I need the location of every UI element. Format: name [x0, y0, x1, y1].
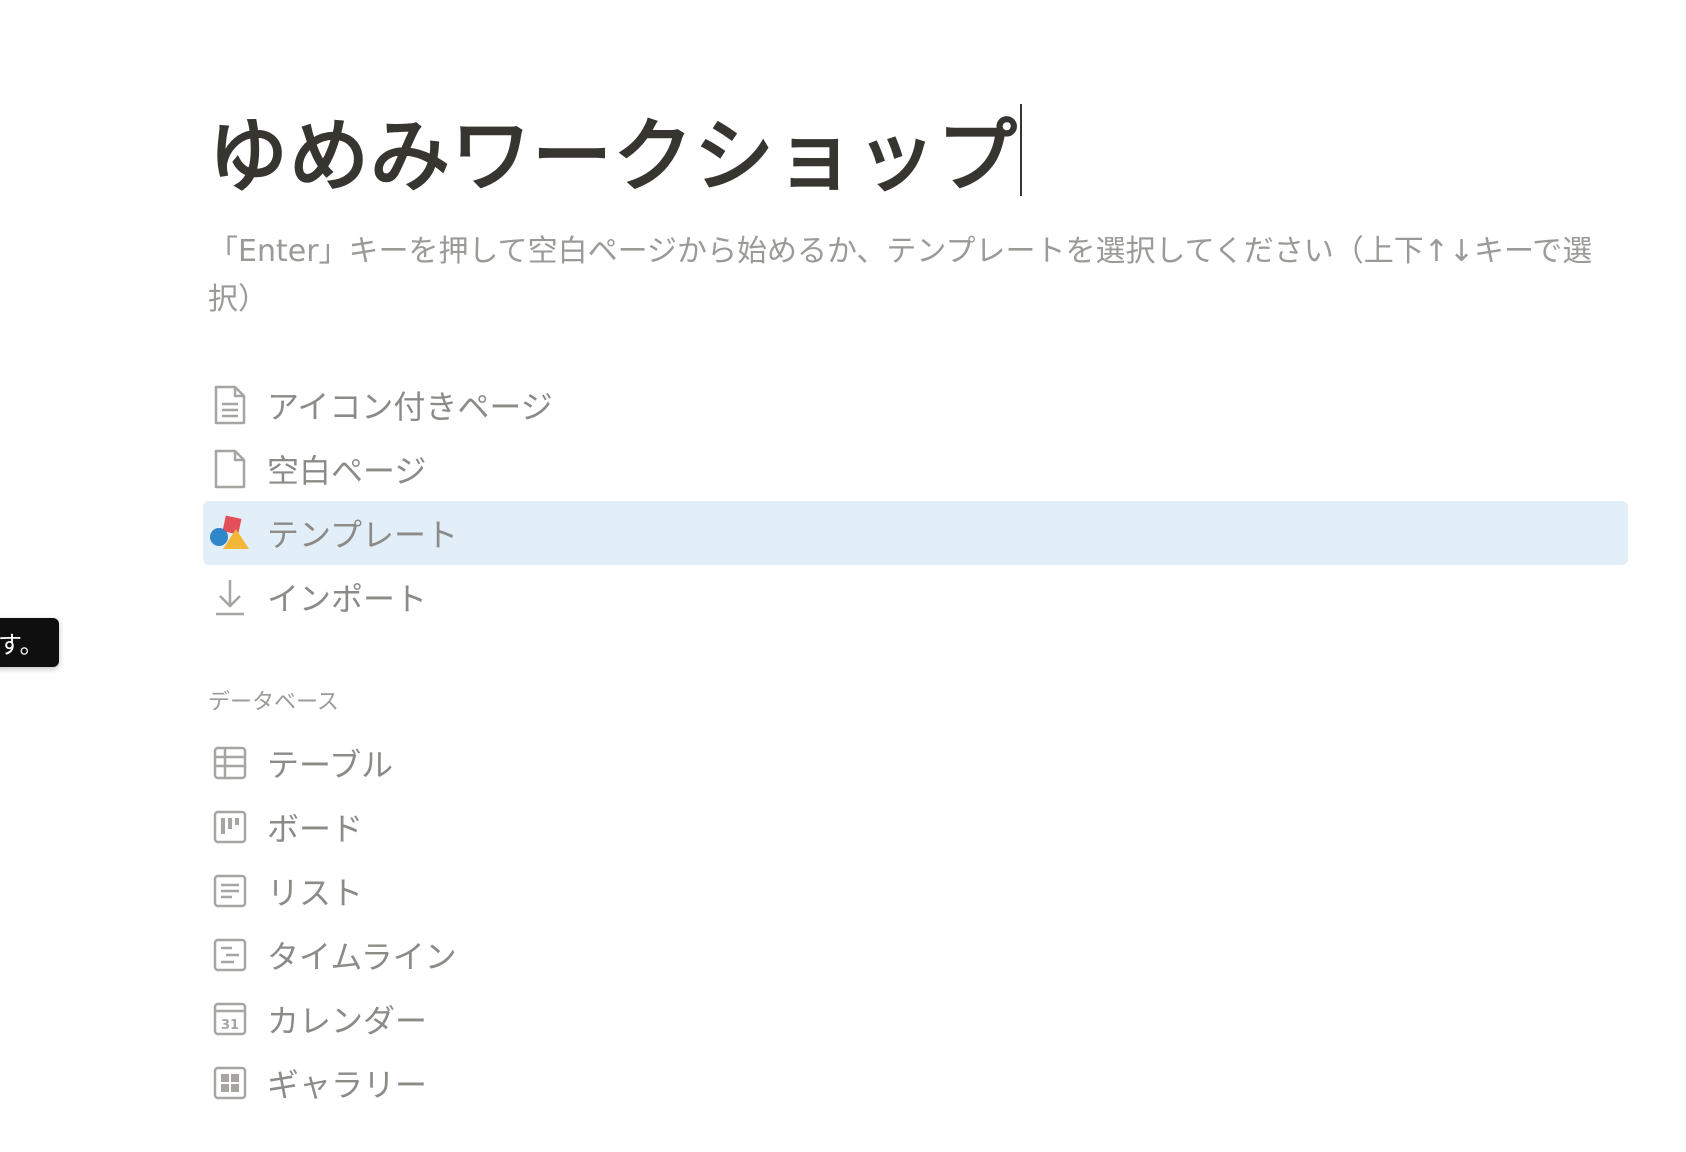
- menu-item-templates[interactable]: テンプレート: [203, 501, 1628, 565]
- menu-item-label: アイコン付きページ: [267, 388, 553, 426]
- gallery-icon: [208, 1061, 252, 1105]
- tooltip: す。: [0, 618, 59, 667]
- menu-item-board[interactable]: ボード: [203, 795, 1628, 859]
- database-menu: テーブル ボード リスト タイムライン 31 カレンダー ギャラリー: [203, 731, 1628, 1115]
- text-caret: [1020, 104, 1022, 196]
- calendar-icon-number: 31: [221, 1018, 239, 1033]
- empty-page-hint: 「Enter」キーを押して空白ページから始めるか、テンプレートを選択してください…: [208, 234, 1593, 317]
- blank-page-icon: [208, 447, 252, 491]
- title-row[interactable]: ゆめみワークショップ: [208, 100, 1022, 203]
- list-icon: [208, 869, 252, 913]
- timeline-icon: [208, 933, 252, 977]
- database-section-header: データベース: [208, 690, 339, 715]
- menu-item-label: テーブル: [267, 746, 394, 784]
- menu-item-label: ギャラリー: [267, 1066, 428, 1104]
- page-with-icon-icon: [208, 383, 252, 427]
- menu-item-label: テンプレート: [267, 516, 459, 554]
- menu-item-blank-page[interactable]: 空白ページ: [203, 437, 1628, 501]
- menu-item-calendar[interactable]: 31 カレンダー: [203, 987, 1628, 1051]
- menu-item-label: カレンダー: [267, 1002, 428, 1040]
- tooltip-text: す。: [0, 631, 44, 659]
- menu-item-gallery[interactable]: ギャラリー: [203, 1051, 1628, 1115]
- menu-item-list[interactable]: リスト: [203, 859, 1628, 923]
- board-icon: [208, 805, 252, 849]
- menu-item-table[interactable]: テーブル: [203, 731, 1628, 795]
- menu-item-page-with-icon[interactable]: アイコン付きページ: [203, 373, 1628, 437]
- menu-item-label: ボード: [267, 810, 364, 848]
- template-shapes-icon: [208, 511, 252, 555]
- table-icon: [208, 741, 252, 785]
- page-title[interactable]: ゆめみワークショップ: [208, 92, 1018, 208]
- menu-item-label: インポート: [267, 580, 428, 618]
- menu-item-timeline[interactable]: タイムライン: [203, 923, 1628, 987]
- page-type-menu: アイコン付きページ 空白ページ テンプレート インポート: [203, 373, 1628, 629]
- menu-item-label: リスト: [267, 874, 364, 912]
- calendar-icon: 31: [208, 997, 252, 1041]
- import-arrow-icon: [208, 575, 252, 619]
- menu-item-import[interactable]: インポート: [203, 565, 1628, 629]
- menu-item-label: タイムライン: [267, 938, 457, 976]
- menu-item-label: 空白ページ: [267, 452, 427, 490]
- page: ゆめみワークショップ 「Enter」キーを押して空白ページから始めるか、テンプレ…: [0, 0, 1686, 1152]
